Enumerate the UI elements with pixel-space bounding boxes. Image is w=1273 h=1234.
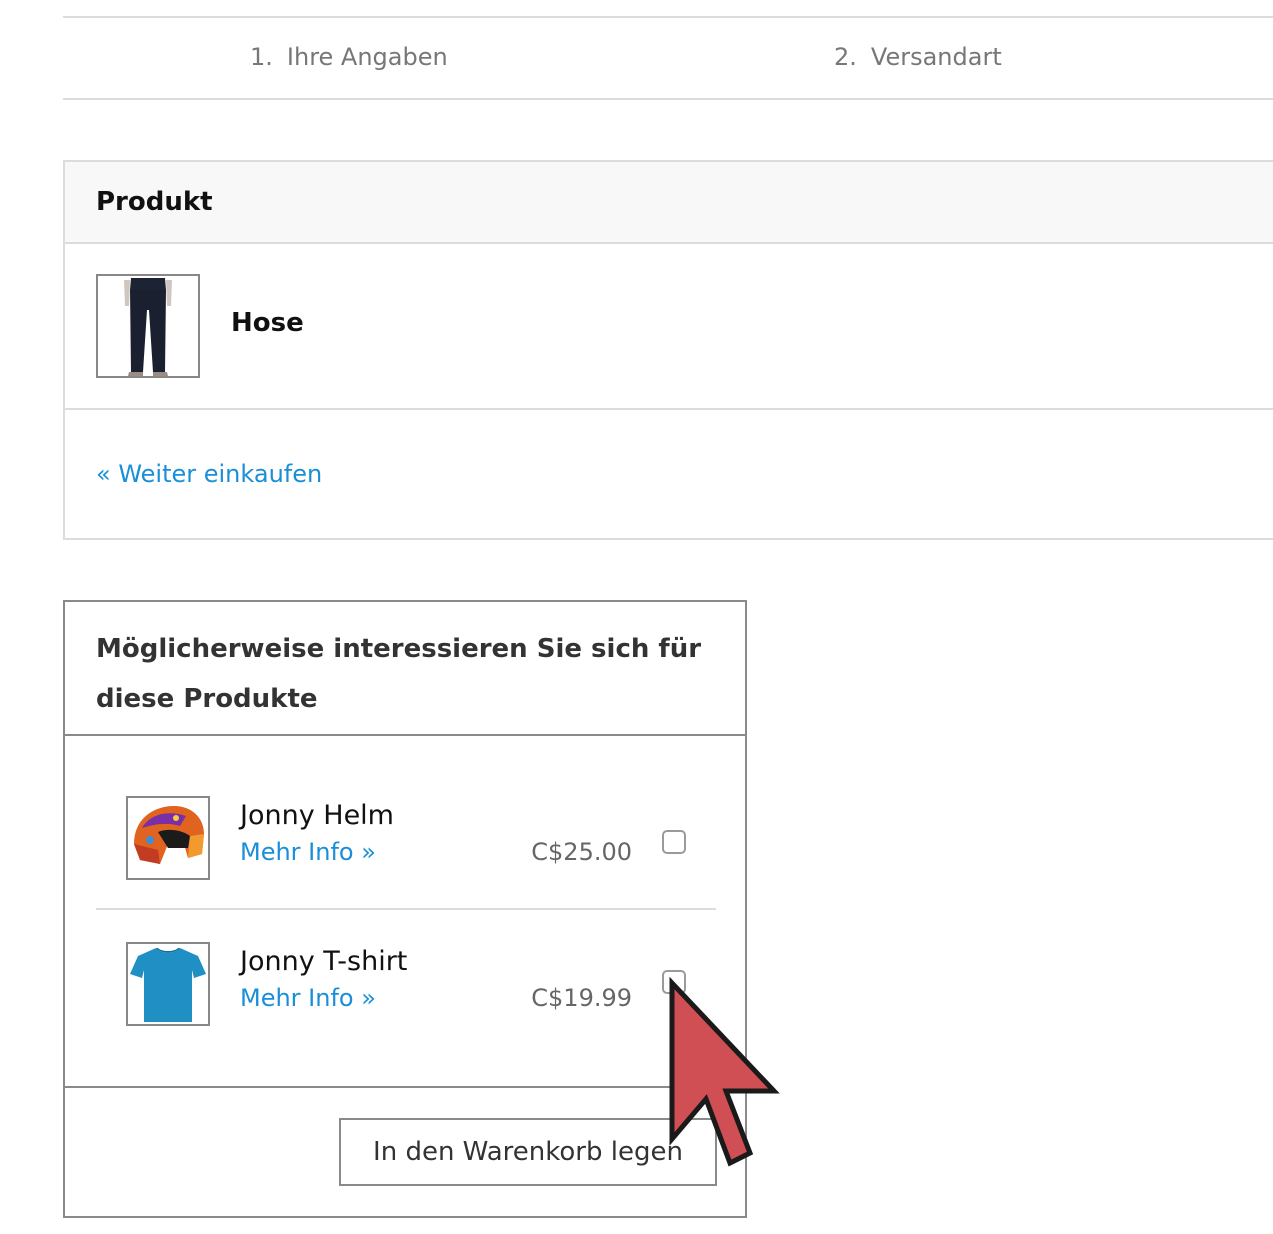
crosssell-item: Jonny T-shirt Mehr Info » C$19.99 [96,910,716,1056]
step-label: Versandart [870,43,1002,71]
continue-shopping-link[interactable]: « Weiter einkaufen [96,460,322,488]
step-label: Ihre Angaben [286,43,448,71]
select-checkbox[interactable] [662,830,686,854]
cart-table: Produkt Hose « Weiter einkaufen [63,160,1273,540]
cart-row: Hose [65,244,1273,410]
more-info-link[interactable]: Mehr Info » [240,838,376,866]
crosssell-price: C$19.99 [531,984,632,1012]
crosssell-item: Jonny Helm Mehr Info » C$25.00 [96,764,716,910]
crosssell-title: Möglicherweise interessieren Sie sich fü… [65,602,745,736]
step-1[interactable]: 1. Ihre Angaben [250,43,448,71]
add-to-cart-button[interactable]: In den Warenkorb legen [339,1118,717,1186]
select-checkbox[interactable] [662,970,686,994]
cart-footer: « Weiter einkaufen [65,410,1273,538]
crosssell-list: Jonny Helm Mehr Info » C$25.00 Jonny T-s… [65,736,745,1088]
crosssell-footer: In den Warenkorb legen [65,1088,745,1216]
more-info-link[interactable]: Mehr Info » [240,984,376,1012]
crosssell-box: Möglicherweise interessieren Sie sich fü… [63,600,747,1218]
step-number: 1. [250,43,273,71]
crosssell-product-name[interactable]: Jonny Helm [240,800,394,831]
product-thumbnail[interactable] [126,796,210,880]
jeans-image [98,276,198,376]
tshirt-image [128,944,208,1024]
step-number: 2. [834,43,857,71]
product-thumbnail[interactable] [126,942,210,1026]
crosssell-product-name[interactable]: Jonny T-shirt [240,946,407,977]
checkout-steps: 1. Ihre Angaben 2. Versandart [63,16,1273,100]
crosssell-price: C$25.00 [531,838,632,866]
product-name[interactable]: Hose [231,308,304,338]
cart-header-product: Produkt [65,162,1273,244]
helmet-image [128,798,208,878]
product-thumbnail[interactable] [96,274,200,378]
step-2[interactable]: 2. Versandart [834,43,1002,71]
